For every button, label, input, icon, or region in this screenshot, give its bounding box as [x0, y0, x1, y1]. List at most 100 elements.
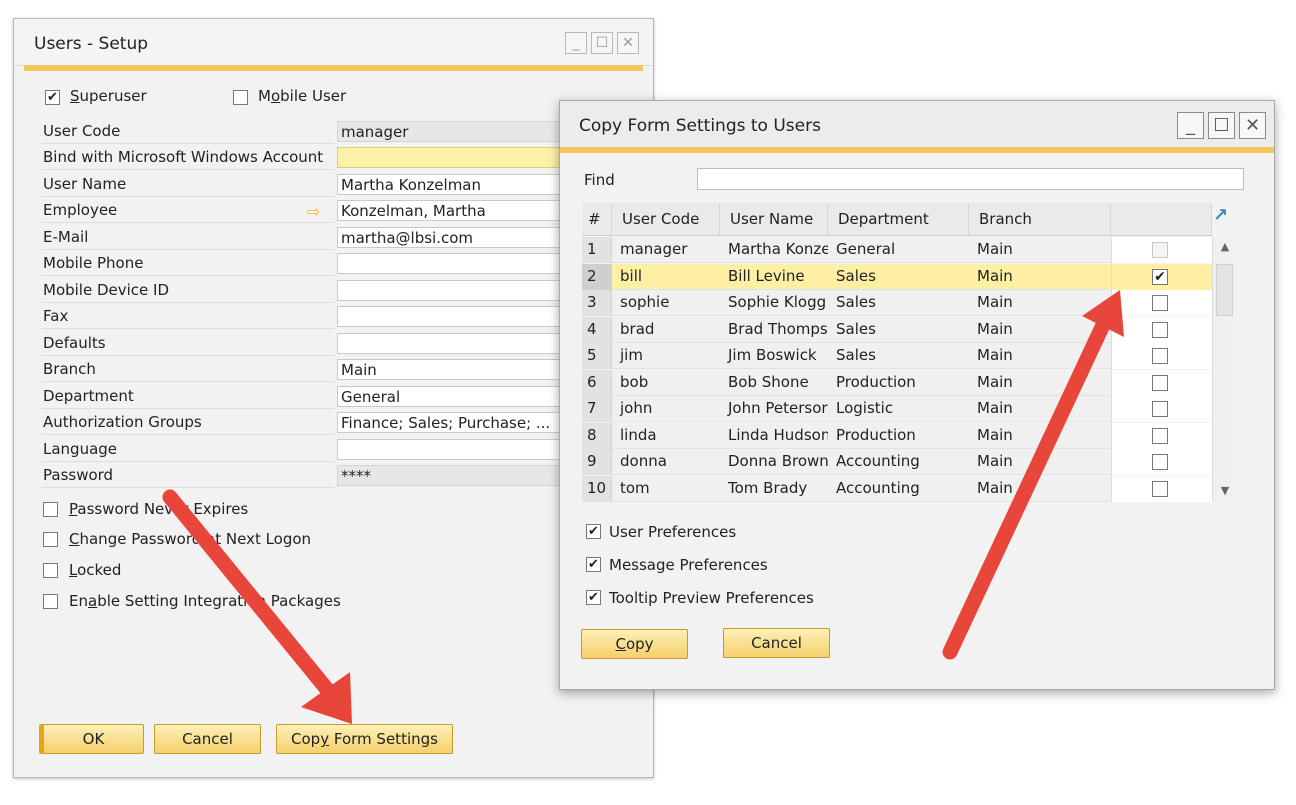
- row-select-checkbox[interactable]: [1152, 348, 1168, 364]
- scroll-up-icon[interactable]: ▲: [1213, 237, 1237, 257]
- change-password-checkbox[interactable]: [43, 532, 58, 547]
- copy-form-settings-window: Copy Form Settings to Users _ ☐ ✕ Find #…: [559, 100, 1275, 690]
- department-cell: Sales: [836, 319, 876, 338]
- user-name-cell: Donna Brown: [728, 452, 828, 470]
- user-preferences-checkbox[interactable]: ✔: [586, 524, 601, 539]
- user-preferences-option[interactable]: ✔ User Preferences: [586, 522, 736, 541]
- department-cell: General: [836, 240, 896, 258]
- grid-scrollbar[interactable]: ▲ ▼: [1212, 237, 1237, 501]
- department-cell: Production: [836, 372, 916, 391]
- message-preferences-label: Message Preferences: [609, 555, 768, 574]
- integration-packages-checkbox[interactable]: [43, 594, 58, 609]
- table-row[interactable]: 8 linda Linda Hudson Production Main: [582, 422, 1212, 449]
- copy-form-settings-titlebar[interactable]: Copy Form Settings to Users _ ☐ ✕: [560, 101, 1274, 148]
- scroll-down-icon[interactable]: ▼: [1213, 481, 1237, 501]
- row-select-checkbox[interactable]: [1152, 295, 1168, 311]
- user-name-cell: Sophie Klogg: [728, 293, 827, 311]
- row-select-checkbox[interactable]: [1152, 480, 1168, 497]
- branch-cell: Main: [977, 452, 1013, 470]
- find-input[interactable]: [697, 168, 1244, 190]
- minimize-button[interactable]: _: [1177, 112, 1204, 139]
- maximize-button[interactable]: ☐: [1208, 112, 1235, 139]
- field-label: Authorization Groups: [41, 410, 335, 435]
- mobile-user-label: Mobile User: [258, 87, 347, 105]
- branch-cell: Main: [977, 425, 1013, 444]
- table-row[interactable]: 10 tom Tom Brady Accounting Main: [582, 475, 1212, 502]
- row-number: 6: [582, 369, 612, 396]
- users-setup-titlebar[interactable]: Users - Setup _ ☐ ✕: [14, 19, 653, 66]
- row-number: 10: [582, 475, 612, 502]
- department-cell: Production: [836, 425, 916, 444]
- column-header-select[interactable]: [1111, 203, 1212, 235]
- select-cell: [1111, 316, 1212, 343]
- department-cell: Sales: [836, 293, 876, 311]
- row-select-checkbox[interactable]: [1152, 401, 1168, 417]
- password-never-expires-checkbox[interactable]: [43, 502, 58, 517]
- select-cell: [1111, 369, 1212, 396]
- table-row[interactable]: 1 manager Martha Konze General Main: [582, 237, 1212, 263]
- tooltip-preview-preferences-checkbox[interactable]: ✔: [586, 590, 601, 605]
- table-row[interactable]: 6 bob Bob Shone Production Main: [582, 369, 1212, 396]
- user-name-cell: Linda Hudson: [728, 425, 828, 444]
- user-code-cell: tom: [620, 478, 650, 497]
- field-label: Employee: [41, 198, 335, 223]
- field-label: E-Mail: [41, 225, 335, 250]
- field-label: Branch: [41, 357, 335, 382]
- row-number: 5: [582, 343, 612, 369]
- department-cell: Logistic: [836, 399, 894, 417]
- row-select-checkbox[interactable]: [1152, 454, 1168, 470]
- field-label: User Name: [41, 172, 335, 197]
- field-label: Defaults: [41, 331, 335, 356]
- select-cell: [1111, 475, 1212, 502]
- copy-form-settings-button[interactable]: Copy Form Settings: [276, 724, 453, 754]
- ok-button[interactable]: OK: [39, 724, 144, 754]
- copy-form-window-controls: _ ☐ ✕: [1177, 112, 1266, 139]
- field-label: Department: [41, 384, 335, 409]
- maximize-button[interactable]: ☐: [591, 32, 613, 54]
- minimize-button[interactable]: _: [565, 32, 587, 54]
- password-never-expires-label: Password Never Expires: [69, 500, 249, 518]
- column-header-department[interactable]: Department: [828, 203, 969, 235]
- table-row[interactable]: 9 donna Donna Brown Accounting Main: [582, 449, 1212, 475]
- column-header-number[interactable]: #: [582, 203, 612, 235]
- row-number: 9: [582, 449, 612, 475]
- user-name-cell: Martha Konze: [728, 240, 828, 258]
- expand-icon[interactable]: ↗: [1213, 205, 1228, 226]
- table-row[interactable]: 7 john John Petersor Logistic Main: [582, 396, 1212, 422]
- cancel-button[interactable]: Cancel: [723, 628, 830, 658]
- cancel-button[interactable]: Cancel: [154, 724, 261, 754]
- message-preferences-option[interactable]: ✔ Message Preferences: [586, 555, 768, 574]
- field-label: Fax: [41, 304, 335, 329]
- select-cell: [1111, 290, 1212, 316]
- column-header-user-name[interactable]: User Name: [720, 203, 828, 235]
- message-preferences-checkbox[interactable]: ✔: [586, 557, 601, 572]
- superuser-checkbox[interactable]: ✔: [45, 90, 60, 105]
- row-select-checkbox[interactable]: [1152, 321, 1168, 338]
- select-cell: ✔: [1111, 263, 1212, 290]
- tooltip-preview-preferences-option[interactable]: ✔ Tooltip Preview Preferences: [586, 588, 814, 607]
- row-select-checkbox[interactable]: [1152, 427, 1168, 444]
- table-row[interactable]: 2 bill Bill Levine Sales Main ✔: [582, 263, 1212, 290]
- table-row[interactable]: 5 jim Jim Boswick Sales Main: [582, 343, 1212, 369]
- department-cell: Accounting: [836, 478, 920, 497]
- user-code-cell: john: [620, 399, 653, 417]
- table-row[interactable]: 4 brad Brad Thomps Sales Main: [582, 316, 1212, 343]
- row-select-checkbox[interactable]: [1152, 374, 1168, 391]
- table-row[interactable]: 3 sophie Sophie Klogg Sales Main: [582, 290, 1212, 316]
- field-label: Language: [41, 437, 335, 462]
- column-header-branch[interactable]: Branch: [969, 203, 1111, 235]
- close-button[interactable]: ✕: [617, 32, 639, 54]
- mobile-user-checkbox[interactable]: [233, 90, 248, 105]
- close-button[interactable]: ✕: [1239, 112, 1266, 139]
- scrollbar-thumb[interactable]: [1216, 264, 1233, 316]
- row-select-checkbox[interactable]: ✔: [1152, 268, 1168, 285]
- field-label: Bind with Microsoft Windows Account: [41, 145, 335, 170]
- select-cell: [1111, 237, 1212, 263]
- select-cell: [1111, 396, 1212, 422]
- locked-checkbox[interactable]: [43, 563, 58, 578]
- field-label: Mobile Phone: [41, 251, 335, 276]
- copy-button[interactable]: Copy: [581, 629, 688, 659]
- link-arrow-icon[interactable]: ⇨: [307, 202, 320, 221]
- superuser-label: Superuser: [70, 87, 147, 105]
- column-header-user-code[interactable]: User Code: [612, 203, 720, 235]
